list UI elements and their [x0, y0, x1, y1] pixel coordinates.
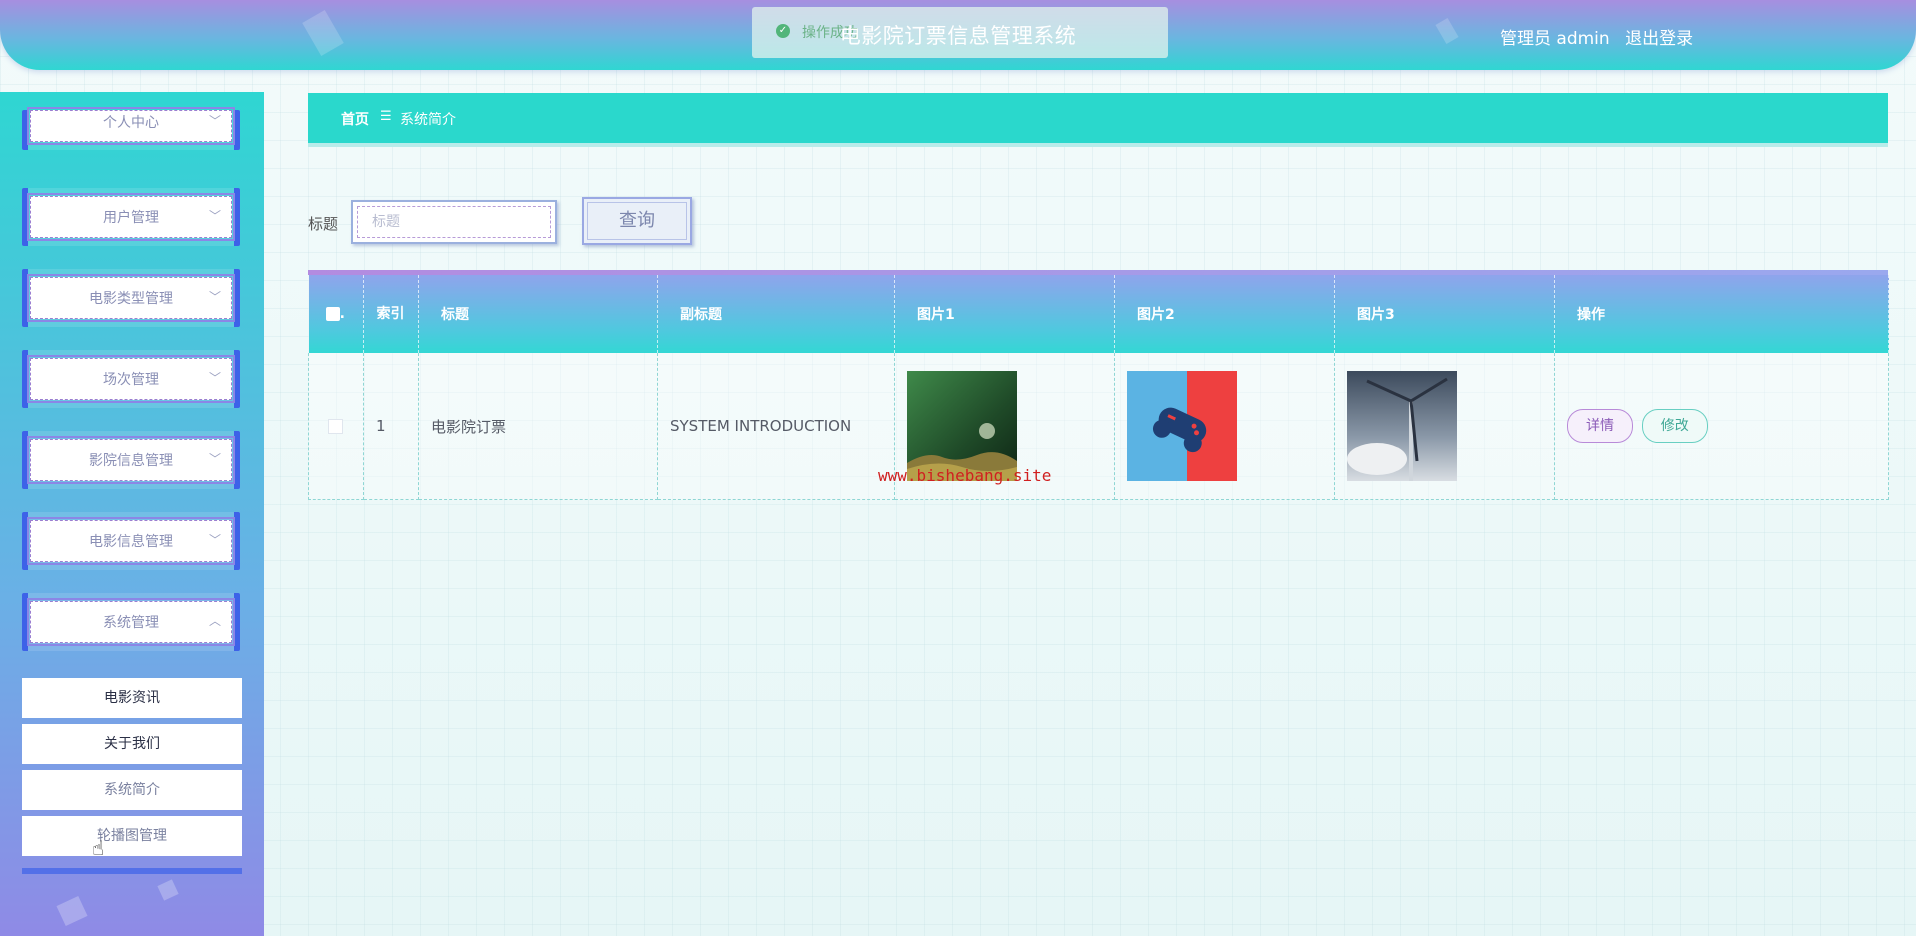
select-all-cell: . [308, 275, 364, 353]
row-actions-cell: 详情 修改 [1554, 353, 1889, 500]
submenu-movie-news[interactable]: 电影资讯 [22, 678, 242, 718]
menu-system-management[interactable]: 系统管理 ︿ [22, 593, 240, 651]
decor-shape [56, 895, 88, 927]
breadcrumb-current: 系统简介 [400, 112, 456, 128]
row-pic2-cell [1114, 353, 1335, 500]
menu-label: 用户管理 [103, 210, 159, 226]
submenu-system-intro[interactable]: 系统简介 [22, 770, 242, 810]
chevron-down-icon: ﹀ [208, 114, 221, 128]
menu-label: 电影类型管理 [89, 291, 173, 307]
logout-link[interactable]: 退出登录 [1625, 29, 1693, 49]
chevron-down-icon: ﹀ [208, 452, 221, 466]
chevron-down-icon: ﹀ [208, 290, 221, 304]
search-button[interactable]: 查询 [582, 197, 692, 245]
row-title: 电影院订票 [418, 353, 658, 500]
breadcrumb: 首页 ☰ 系统简介 [308, 93, 1888, 143]
user-area: 管理员 admin 退出登录 [1500, 24, 1703, 49]
header-pic1: 图片1 [894, 275, 1115, 353]
decor-shape [157, 879, 179, 901]
row-pic3-cell [1334, 353, 1555, 500]
submenu-carousel-management[interactable]: 轮播图管理 [22, 816, 242, 856]
menu-label: 系统管理 [103, 615, 159, 631]
detail-button[interactable]: 详情 [1567, 409, 1633, 443]
sidebar: 个人中心 ﹀ 用户管理 ﹀ 电影类型管理 ﹀ 场次管理 ﹀ 影院信息管理 ﹀ 电… [0, 92, 264, 936]
search-input[interactable] [357, 206, 551, 238]
menu-separator-icon: ☰ [380, 109, 392, 124]
menu-personal-center[interactable]: 个人中心 ﹀ [22, 107, 240, 150]
submenu-about-us[interactable]: 关于我们 [22, 724, 242, 764]
nature-grass-image [907, 371, 1017, 481]
menu-user-management[interactable]: 用户管理 ﹀ [22, 188, 240, 246]
table-header-row: . 索引 标题 副标题 图片1 图片2 图片3 操作 [308, 275, 1889, 353]
header-pic3: 图片3 [1334, 275, 1555, 353]
header-index: 索引 [363, 275, 419, 353]
breadcrumb-home[interactable]: 首页 [341, 109, 369, 129]
table-row: 1 电影院订票 SYSTEM INTRODUCTION 详情 修改 [308, 353, 1889, 500]
row-index: 1 [363, 353, 419, 500]
row-subtitle: SYSTEM INTRODUCTION [657, 353, 895, 500]
menu-label: 场次管理 [103, 372, 159, 388]
search-label: 标题 [308, 215, 339, 233]
menu-movie-info-management[interactable]: 电影信息管理 ﹀ [22, 512, 240, 570]
app-header: ✓ 操作成功 电影院订票信息管理系统 管理员 admin 退出登录 [0, 0, 1916, 70]
row-check-cell [308, 353, 364, 500]
wind-turbine-image [1347, 371, 1457, 481]
header-title: 标题 [418, 275, 658, 353]
menu-movie-type-management[interactable]: 电影类型管理 ﹀ [22, 269, 240, 327]
edit-button[interactable]: 修改 [1641, 409, 1708, 443]
divider [22, 868, 242, 874]
chevron-down-icon: ﹀ [208, 533, 221, 547]
search-input-frame [351, 200, 557, 244]
data-table: . 索引 标题 副标题 图片1 图片2 图片3 操作 1 电影院订票 SYSTE… [308, 270, 1889, 500]
game-controller-image [1127, 371, 1237, 481]
chevron-up-icon: ︿ [208, 614, 221, 628]
hand-cursor-icon: ☝ [92, 836, 105, 860]
row-checkbox[interactable] [328, 419, 343, 434]
user-label: 管理员 admin [1500, 29, 1610, 49]
chevron-down-icon: ﹀ [208, 209, 221, 223]
header-subtitle: 副标题 [657, 275, 895, 353]
menu-label: 电影信息管理 [89, 534, 173, 550]
menu-cinema-info-management[interactable]: 影院信息管理 ﹀ [22, 431, 240, 489]
menu-label: 影院信息管理 [89, 453, 173, 469]
header-pic2: 图片2 [1114, 275, 1335, 353]
menu-label: 个人中心 [103, 115, 159, 131]
watermark-text: www.bishebang.site [878, 466, 1052, 485]
menu-session-management[interactable]: 场次管理 ﹀ [22, 350, 240, 408]
select-all-checkbox[interactable] [325, 307, 340, 321]
chevron-down-icon: ﹀ [208, 371, 221, 385]
header-actions: 操作 [1554, 275, 1889, 353]
